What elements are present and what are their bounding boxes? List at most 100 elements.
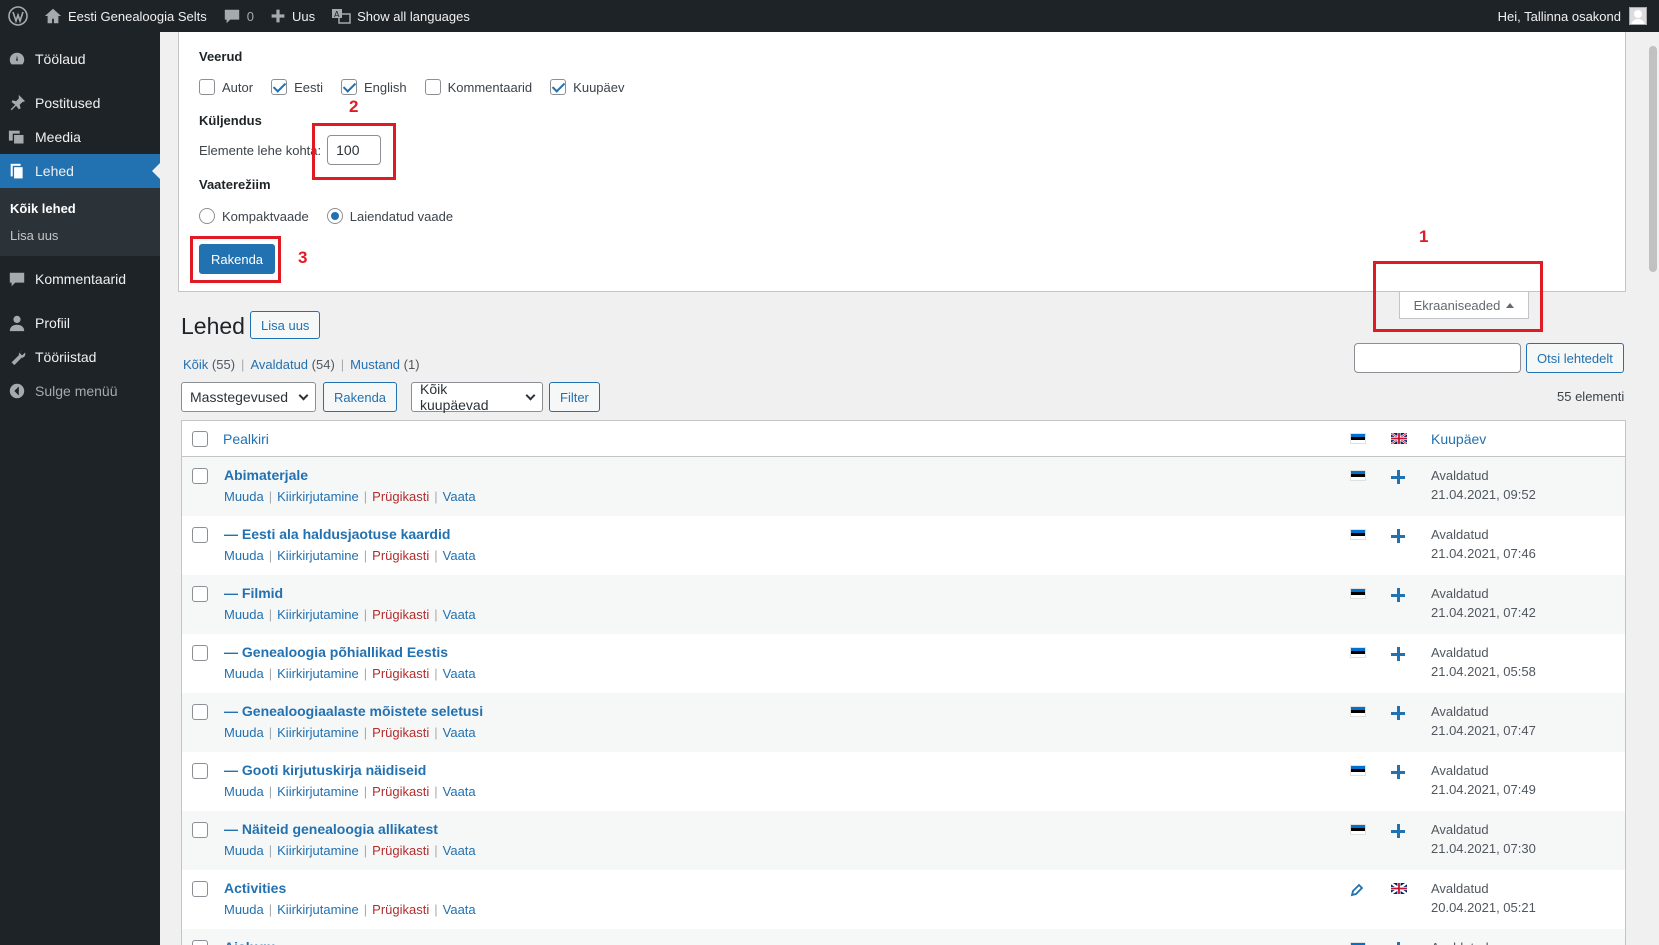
row-action-trash[interactable]: Prügikasti [372, 902, 429, 917]
row-action-quick-edit[interactable]: Kiirkirjutamine [277, 784, 359, 799]
row-checkbox[interactable] [192, 586, 208, 602]
row-action-view[interactable]: Vaata [443, 607, 476, 622]
row-action-trash[interactable]: Prügikasti [372, 607, 429, 622]
view-mode-compact[interactable]: Kompaktvaade [199, 208, 309, 224]
sidebar-item-pages[interactable]: Lehed [0, 154, 160, 188]
row-checkbox[interactable] [192, 822, 208, 838]
row-action-edit[interactable]: Muuda [224, 548, 264, 563]
column-checkbox-author[interactable] [199, 79, 215, 95]
column-header-title[interactable]: Pealkiri [223, 431, 269, 447]
row-action-view[interactable]: Vaata [443, 843, 476, 858]
sidebar-item-profile[interactable]: Profiil [0, 306, 160, 340]
screen-options-apply-button[interactable]: Rakenda [199, 244, 276, 274]
page-scrollbar[interactable] [1647, 32, 1659, 945]
row-checkbox[interactable] [192, 527, 208, 543]
column-checkbox-eesti[interactable] [271, 79, 288, 95]
filter-button[interactable]: Filter [549, 382, 600, 412]
row-action-trash[interactable]: Prügikasti [372, 548, 429, 563]
row-action-separator: | [268, 548, 273, 563]
edit-pencil-icon[interactable] [1350, 883, 1364, 897]
column-checkbox-comments[interactable] [424, 79, 441, 95]
sidebar-item-tools[interactable]: Tööriistad [0, 340, 160, 374]
sidebar-subitem-add-new[interactable]: Lisa uus [0, 222, 160, 249]
row-action-trash[interactable]: Prügikasti [372, 784, 429, 799]
row-action-view[interactable]: Vaata [443, 902, 476, 917]
row-action-edit[interactable]: Muuda [224, 725, 264, 740]
row-action-quick-edit[interactable]: Kiirkirjutamine [277, 725, 359, 740]
scrollbar-thumb[interactable] [1649, 46, 1657, 272]
view-mode-extended[interactable]: Laiendatud vaade [326, 208, 453, 224]
row-checkbox[interactable] [192, 881, 208, 897]
column-option-comments[interactable]: Kommentaarid [424, 79, 532, 95]
view-published[interactable]: Avaldatud (54) [250, 357, 334, 372]
sidebar-subitem-all-pages[interactable]: Kõik lehed [0, 195, 160, 222]
row-action-quick-edit[interactable]: Kiirkirjutamine [277, 489, 359, 504]
column-option-author[interactable]: Autor [199, 79, 253, 95]
row-action-quick-edit[interactable]: Kiirkirjutamine [277, 902, 359, 917]
row-action-trash[interactable]: Prügikasti [372, 843, 429, 858]
sidebar-item-posts[interactable]: Postitused [0, 86, 160, 120]
row-title-link[interactable]: — Eesti ala haldusjaotuse kaardid [224, 526, 476, 542]
view-draft[interactable]: Mustand (1) [350, 357, 419, 372]
row-action-trash[interactable]: Prügikasti [372, 489, 429, 504]
row-action-edit[interactable]: Muuda [224, 902, 264, 917]
row-title-link[interactable]: — Näiteid genealoogia allikatest [224, 821, 476, 837]
row-action-view[interactable]: Vaata [443, 784, 476, 799]
new-content-link[interactable]: Uus [262, 0, 323, 32]
row-title-link[interactable]: — Filmid [224, 585, 476, 601]
row-action-edit[interactable]: Muuda [224, 666, 264, 681]
show-all-languages-link[interactable]: A Show all languages [323, 0, 478, 32]
sidebar-item-dashboard[interactable]: Töölaud [0, 42, 160, 76]
row-action-edit[interactable]: Muuda [224, 843, 264, 858]
row-checkbox[interactable] [192, 468, 208, 484]
row-action-edit[interactable]: Muuda [224, 607, 264, 622]
column-option-date[interactable]: Kuupäev [550, 79, 625, 95]
row-title-link[interactable]: — Genealoogiaalaste mõistete seletusi [224, 703, 483, 719]
row-checkbox[interactable] [192, 763, 208, 779]
column-option-english[interactable]: English [340, 79, 407, 95]
select-all-checkbox[interactable] [192, 431, 208, 447]
row-action-view[interactable]: Vaata [443, 725, 476, 740]
sidebar-collapse-menu[interactable]: Sulge menüü [0, 374, 160, 408]
search-input[interactable] [1354, 343, 1521, 373]
bulk-apply-button[interactable]: Rakenda [323, 382, 398, 412]
column-header-date[interactable]: Kuupäev [1431, 430, 1486, 449]
comments-link[interactable]: 0 [215, 0, 262, 32]
column-checkbox-date[interactable] [550, 79, 567, 95]
row-title-link[interactable]: Ajalugu [224, 939, 476, 945]
row-action-quick-edit[interactable]: Kiirkirjutamine [277, 607, 359, 622]
per-page-input[interactable] [327, 135, 382, 165]
view-mode-radio-extended[interactable] [326, 208, 343, 224]
row-action-view[interactable]: Vaata [443, 548, 476, 563]
column-checkbox-english[interactable] [340, 79, 357, 95]
column-option-eesti[interactable]: Eesti [271, 79, 323, 95]
sidebar-item-comments[interactable]: Kommentaarid [0, 262, 160, 296]
row-title-link[interactable]: — Gooti kirjutuskirja näidiseid [224, 762, 476, 778]
view-mode-radio-compact[interactable] [199, 208, 215, 224]
search-pages-button[interactable]: Otsi lehtedelt [1526, 343, 1624, 373]
wordpress-logo-button[interactable] [0, 0, 36, 32]
row-action-view[interactable]: Vaata [443, 666, 476, 681]
row-checkbox[interactable] [192, 645, 208, 661]
row-action-trash[interactable]: Prügikasti [372, 666, 429, 681]
row-title-link[interactable]: — Genealoogia põhiallikad Eestis [224, 644, 476, 660]
view-all[interactable]: Kõik (55) [183, 357, 235, 372]
sidebar-item-media[interactable]: Meedia [0, 120, 160, 154]
bulk-actions-select[interactable]: Masstegevused [181, 382, 316, 412]
row-action-quick-edit[interactable]: Kiirkirjutamine [277, 843, 359, 858]
screen-options-toggle[interactable]: Ekraaniseaded [1399, 292, 1529, 319]
date-filter-select[interactable]: Kõik kuupäevad [411, 381, 543, 413]
row-action-edit[interactable]: Muuda [224, 784, 264, 799]
row-checkbox[interactable] [192, 704, 208, 720]
row-action-quick-edit[interactable]: Kiirkirjutamine [277, 548, 359, 563]
row-action-edit[interactable]: Muuda [224, 489, 264, 504]
row-checkbox[interactable] [192, 940, 208, 945]
row-action-quick-edit[interactable]: Kiirkirjutamine [277, 666, 359, 681]
account-menu[interactable]: Hei, Tallinna osakond [1498, 7, 1659, 25]
add-new-page-button[interactable]: Lisa uus [250, 311, 321, 339]
row-action-view[interactable]: Vaata [443, 489, 476, 504]
row-title-link[interactable]: Abimaterjale [224, 467, 476, 483]
site-name-link[interactable]: Eesti Genealoogia Selts [36, 0, 215, 32]
row-action-trash[interactable]: Prügikasti [372, 725, 429, 740]
row-title-link[interactable]: Activities [224, 880, 476, 896]
